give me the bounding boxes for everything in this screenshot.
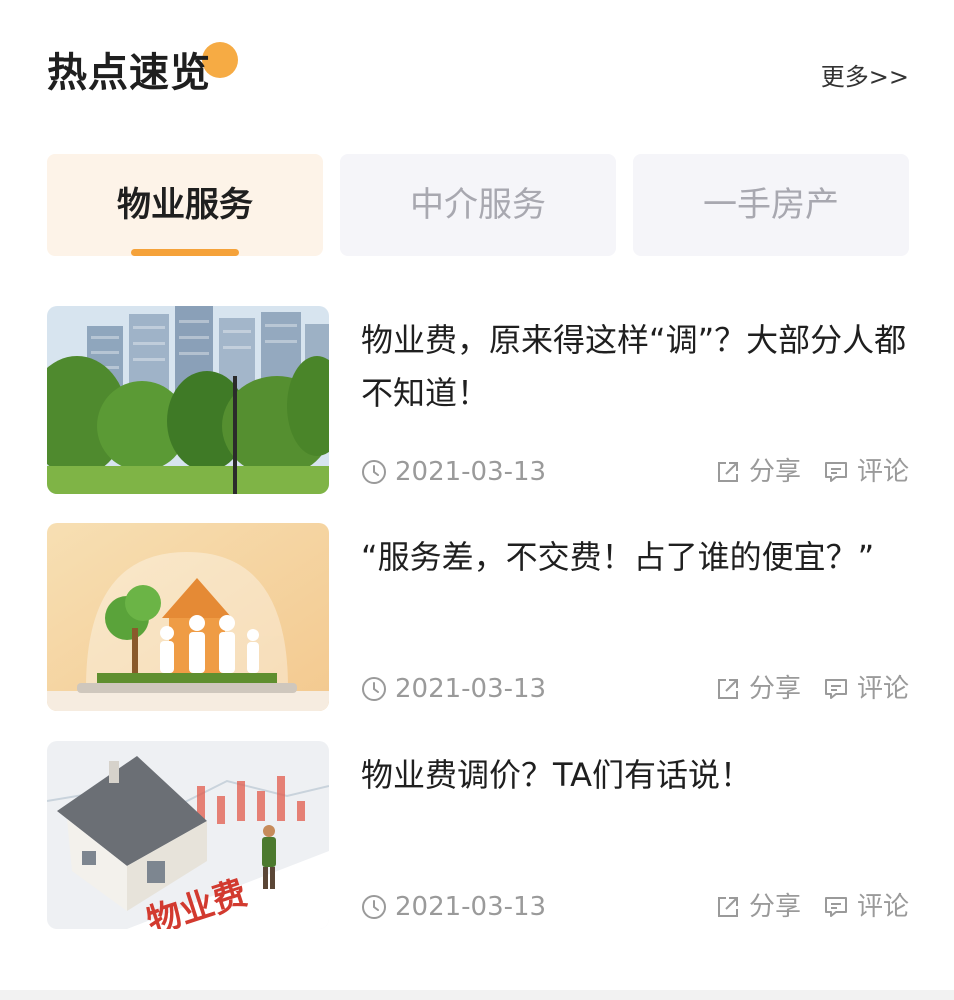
share-label: 分享 <box>748 674 801 704</box>
active-tab-indicator <box>131 249 239 256</box>
clock-icon <box>362 895 386 919</box>
more-link[interactable]: 更多>> <box>821 62 909 92</box>
comment-label: 评论 <box>856 674 909 704</box>
house-model-property-fee-image: 物业费 <box>47 741 329 929</box>
article-thumbnail[interactable] <box>47 523 329 711</box>
tab-property-service[interactable]: 物业服务 <box>47 154 323 256</box>
article-title[interactable]: 物业费，原来得这样“调”？大部分人都不知道！ <box>361 314 909 420</box>
article-title[interactable]: 物业费调价？TA们有话说！ <box>361 749 909 802</box>
article-item[interactable]: 物业费 物业费调价？TA们有话说！ 2021-03-13 分享 评论 <box>47 741 909 929</box>
share-label: 分享 <box>748 457 801 487</box>
comment-label: 评论 <box>856 457 909 487</box>
article-item[interactable]: “服务差，不交费！占了谁的便宜？” 2021-03-13 分享 评论 <box>47 523 909 711</box>
share-icon <box>717 462 738 482</box>
tab-label: 中介服务 <box>410 185 546 225</box>
bottom-divider <box>0 990 954 1000</box>
article-meta: 2021-03-13 分享 评论 <box>361 667 909 711</box>
article-date: 2021-03-13 <box>361 667 546 711</box>
article-title[interactable]: “服务差，不交费！占了谁的便宜？” <box>361 531 909 584</box>
share-icon <box>717 897 738 917</box>
comment-button[interactable]: 评论 <box>823 667 909 711</box>
article-actions: 分享 评论 <box>715 885 909 929</box>
family-house-dome-image <box>47 523 329 711</box>
clock-icon <box>362 677 386 701</box>
share-button[interactable]: 分享 <box>715 885 801 929</box>
date-text: 2021-03-13 <box>395 457 547 487</box>
comment-label: 评论 <box>856 892 909 922</box>
share-icon <box>717 679 738 699</box>
clock-icon <box>362 460 386 484</box>
share-label: 分享 <box>748 892 801 922</box>
article-meta: 2021-03-13 分享 评论 <box>361 885 909 929</box>
article-actions: 分享 评论 <box>715 450 909 494</box>
section-title: 热点速览 <box>47 50 211 96</box>
date-text: 2021-03-13 <box>395 892 547 922</box>
share-button[interactable]: 分享 <box>715 667 801 711</box>
tab-label: 物业服务 <box>117 185 253 225</box>
share-button[interactable]: 分享 <box>715 450 801 494</box>
comment-icon <box>824 679 847 699</box>
tab-new-property[interactable]: 一手房产 <box>633 154 909 256</box>
article-thumbnail[interactable]: 物业费 <box>47 741 329 929</box>
apartment-buildings-image <box>47 306 329 494</box>
article-item[interactable]: 物业费，原来得这样“调”？大部分人都不知道！ 2021-03-13 分享 评论 <box>47 306 909 494</box>
date-text: 2021-03-13 <box>395 674 547 704</box>
comment-icon <box>824 462 847 482</box>
comment-icon <box>824 897 847 917</box>
section-header: 热点速览 更多>> <box>47 42 909 98</box>
article-thumbnail[interactable] <box>47 306 329 494</box>
tab-agency-service[interactable]: 中介服务 <box>340 154 616 256</box>
category-tabs: 物业服务 中介服务 一手房产 <box>47 154 909 256</box>
article-date: 2021-03-13 <box>361 885 546 929</box>
comment-button[interactable]: 评论 <box>823 450 909 494</box>
article-date: 2021-03-13 <box>361 450 546 494</box>
article-meta: 2021-03-13 分享 评论 <box>361 450 909 494</box>
tab-label: 一手房产 <box>703 185 839 225</box>
comment-button[interactable]: 评论 <box>823 885 909 929</box>
article-actions: 分享 评论 <box>715 667 909 711</box>
